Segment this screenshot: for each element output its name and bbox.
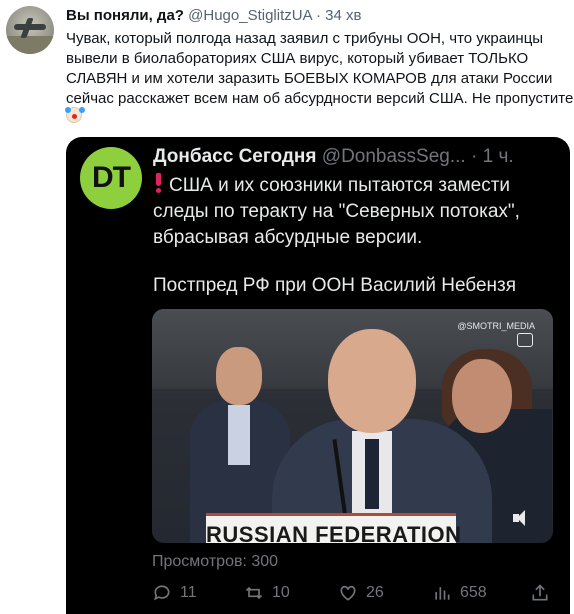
retweet-action: 10 — [244, 583, 290, 603]
video-person-center-head — [328, 329, 416, 433]
inner-tweet-time: 1 ч. — [482, 146, 514, 167]
inner-text-line-content: США и их союзники пытаются замести — [169, 175, 511, 196]
tweet-text: Чувак, который полгода назад заявил с тр… — [66, 29, 574, 109]
video-person-center-tie — [365, 439, 379, 509]
inner-source-line: Постпред РФ при ООН Василий Небензя — [153, 275, 517, 296]
dt-avatar-text: DT — [92, 161, 131, 194]
header-separator: · — [315, 7, 321, 24]
speaker-muted-icon — [513, 509, 535, 527]
inner-text-line: следы по теракту на "Северных потоках", — [153, 201, 520, 222]
share-icon — [532, 584, 548, 601]
tweet-text-line: Чувак, который полгода назад заявил с тр… — [66, 30, 544, 47]
author-handle[interactable]: @Hugo_StiglitzUA — [188, 7, 312, 24]
like-count: 26 — [366, 584, 384, 601]
tweet-header: Вы поняли, да? @Hugo_StiglitzUA · 34 хв — [66, 7, 361, 24]
retweet-icon — [245, 586, 263, 600]
inner-tweet-text: США и их союзники пытаются замести следы… — [153, 173, 563, 251]
tweet-text-line: вывели в биолабораториях США вирус, кото… — [66, 50, 529, 67]
avatar-ground — [6, 36, 54, 54]
name-placard: RUSSIAN FEDERATION — [206, 513, 462, 543]
video-person-right-head — [452, 359, 512, 433]
share-action — [530, 583, 558, 603]
exclamation-icon — [153, 173, 163, 193]
bar-chart-icon — [435, 587, 450, 600]
views-count: Просмотров: 300 — [152, 553, 279, 570]
inner-author-handle: @DonbassSeg... — [321, 146, 466, 167]
stats-action: 658 — [432, 583, 487, 603]
inner-text-line: США и их союзники пытаются замести — [153, 173, 563, 199]
retweet-count: 10 — [272, 584, 290, 601]
author-name[interactable]: Вы поняли, да? — [66, 7, 184, 24]
author-avatar[interactable] — [6, 6, 54, 54]
video-watermark: @SMOTRI_MEDIA — [457, 321, 535, 331]
inner-tweet-header: Донбасс Сегодня @DonbassSeg... · 1 ч. — [153, 146, 514, 168]
video-person-left-shirt — [228, 405, 250, 465]
reply-action: 11 — [152, 583, 197, 603]
reply-icon — [154, 585, 170, 601]
reply-count: 11 — [180, 584, 197, 601]
clown-face-icon — [65, 107, 82, 123]
like-action: 26 — [338, 583, 384, 603]
dt-avatar: DT — [80, 147, 142, 209]
inner-action-bar: 11 10 26 658 — [152, 583, 562, 607]
stats-count: 658 — [460, 584, 487, 601]
tweet-text-line: сейчас расскажет всем нам об абсурдности… — [66, 90, 574, 107]
inner-separator: · — [470, 146, 478, 167]
video-person-left-head — [216, 347, 262, 405]
embedded-tweet-screenshot[interactable]: DT Донбасс Сегодня @DonbassSeg... · 1 ч.… — [66, 137, 570, 614]
inner-author-name: Донбасс Сегодня — [153, 146, 317, 167]
tweet-time[interactable]: 34 хв — [325, 7, 361, 24]
video-frame: RUSSIAN FEDERATION @SMOTRI_MEDIA — [152, 309, 553, 543]
tweet-text-line: СЛАВЯН и им хотели заразить БОЕВЫХ КОМАР… — [66, 70, 553, 87]
placard-text: RUSSIAN FEDERATION — [206, 522, 462, 543]
heart-icon — [340, 585, 356, 601]
inner-text-line: вбрасывая абсурдные версии. — [153, 227, 423, 248]
watermark-logo-icon — [517, 333, 533, 347]
